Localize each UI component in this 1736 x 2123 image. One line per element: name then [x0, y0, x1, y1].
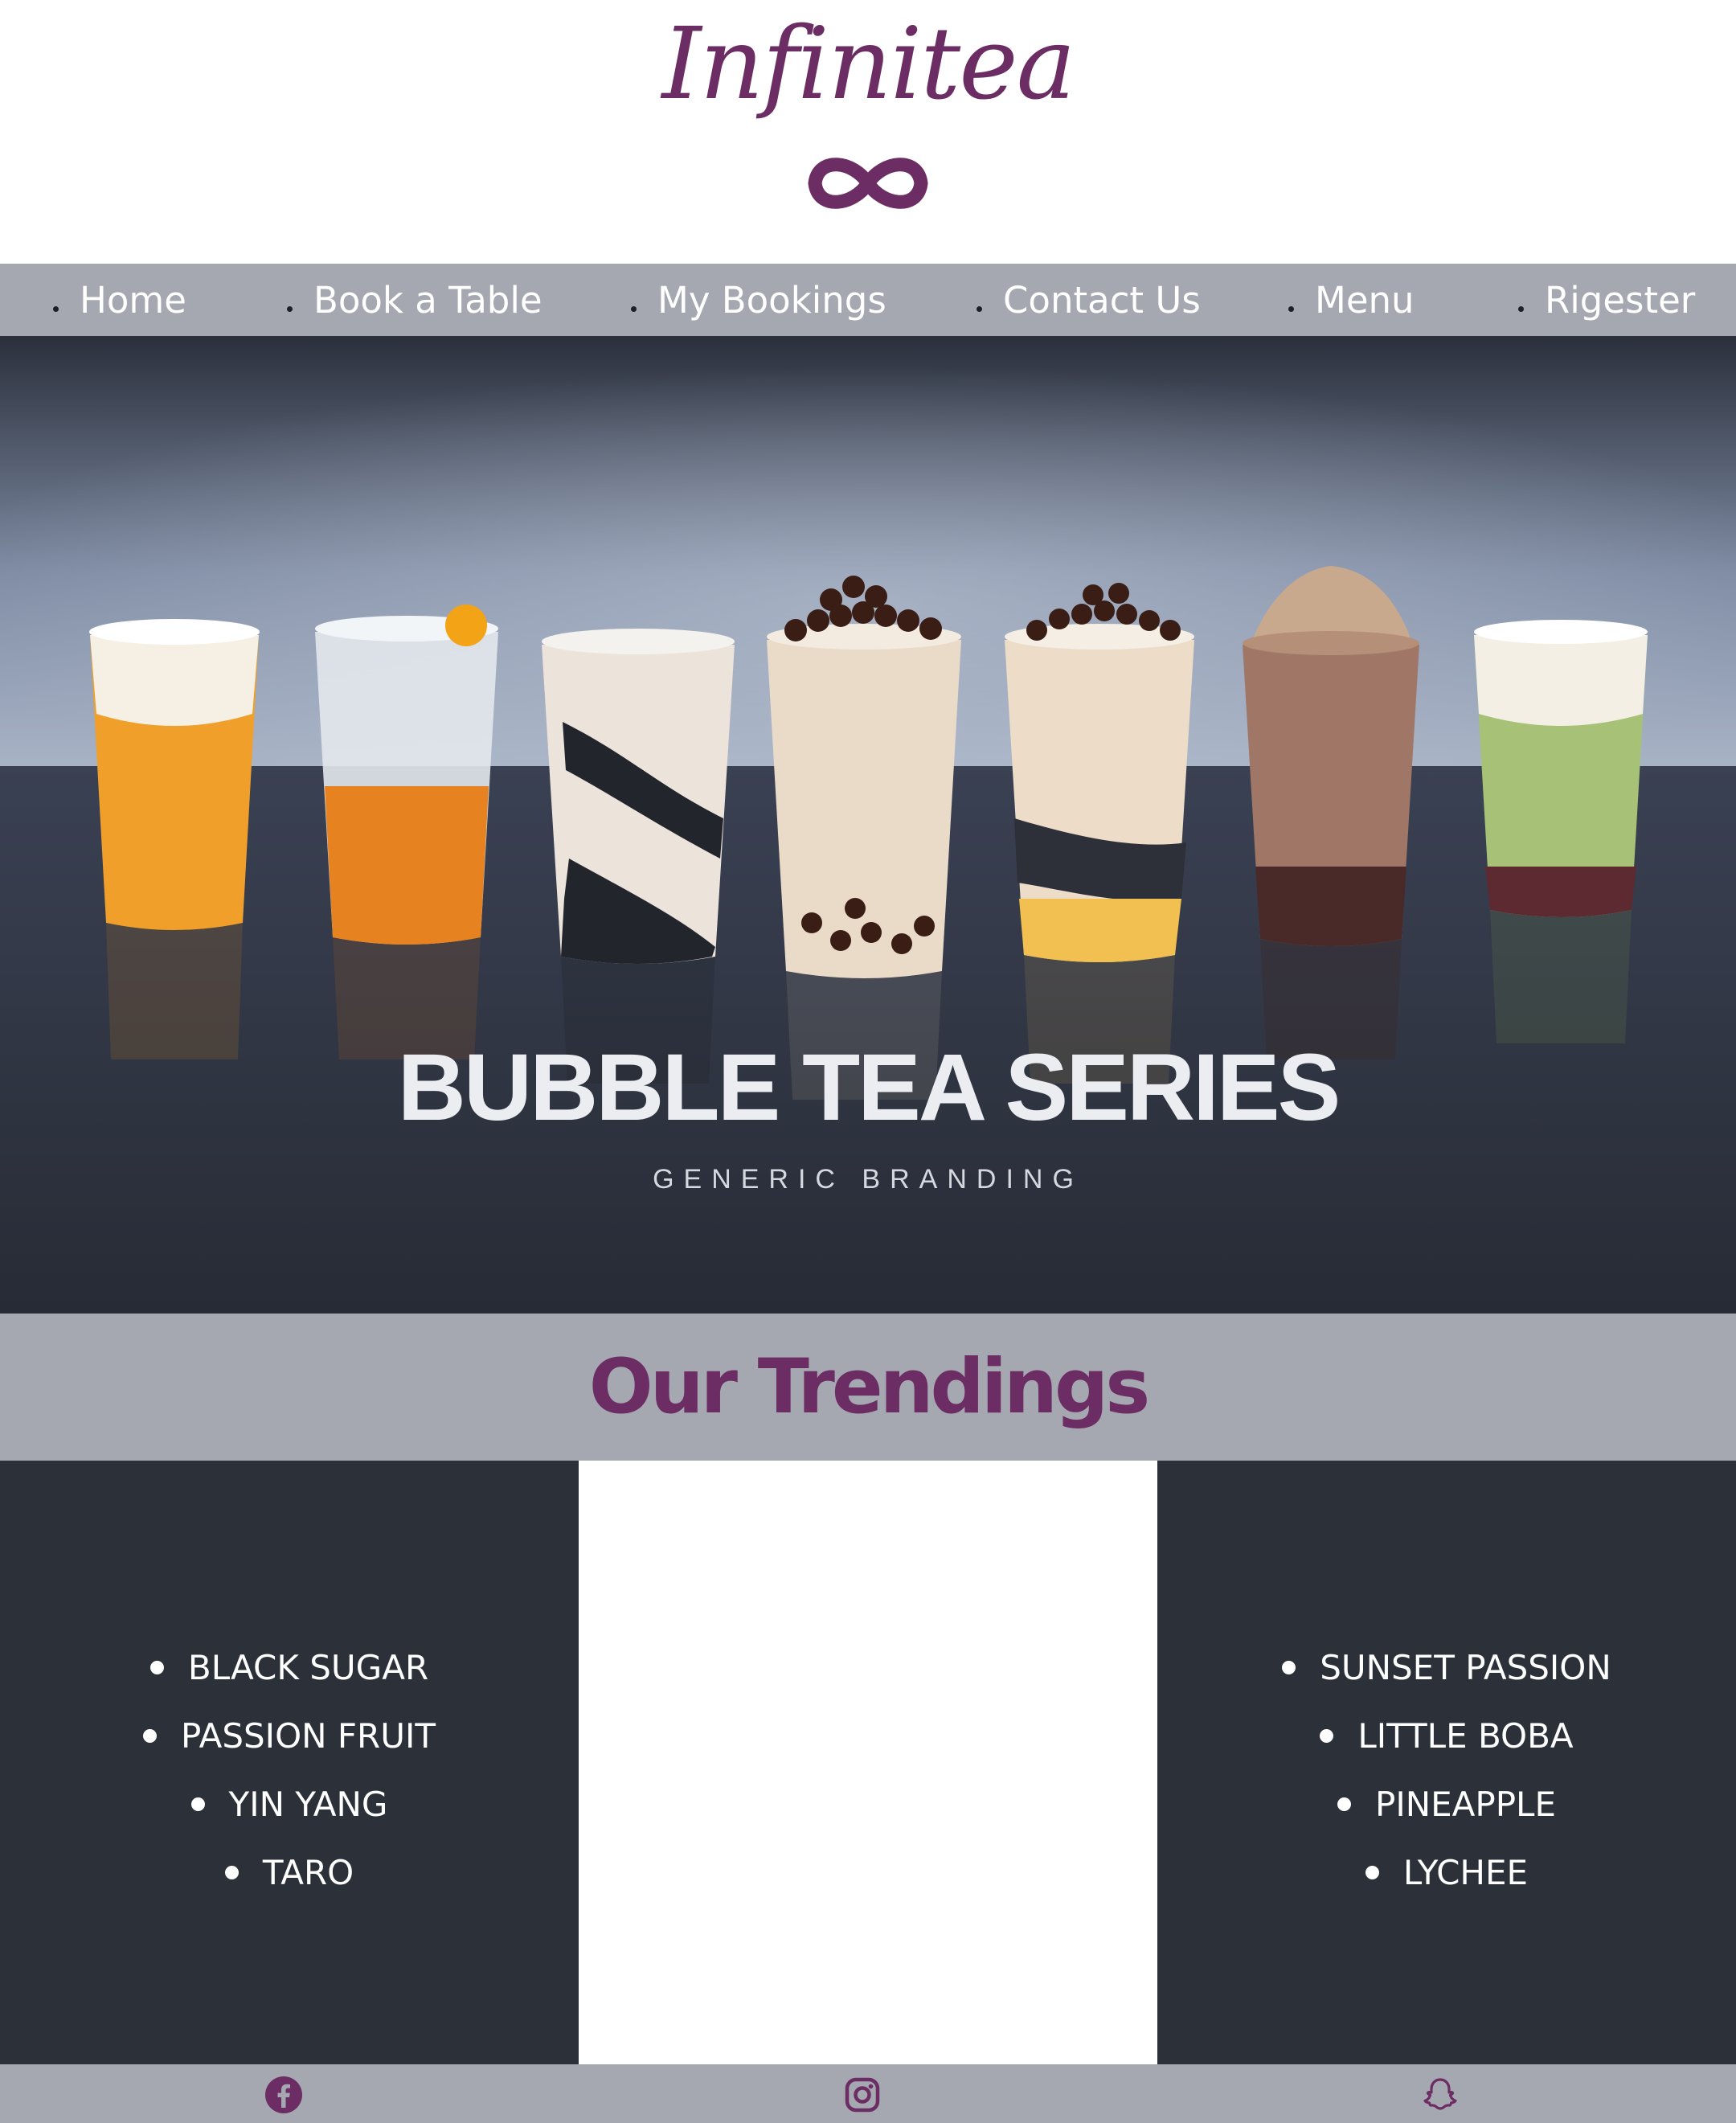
nav-item-register[interactable]: Rigester — [1518, 264, 1695, 336]
trending-column-center — [579, 1461, 1157, 2064]
trending-item-label: LYCHEE — [1402, 1853, 1529, 1892]
instagram-icon[interactable] — [843, 2076, 882, 2114]
bullet-icon — [1365, 1866, 1379, 1879]
bullet-icon — [142, 1729, 157, 1743]
nav-item-home[interactable]: Home — [53, 264, 186, 336]
hero-subtitle: GENERIC BRANDING — [653, 1164, 1083, 1195]
trending-item-label: YIN YANG — [228, 1785, 388, 1824]
trending-item-label: PINEAPPLE — [1375, 1785, 1556, 1824]
bullet-icon — [224, 1866, 239, 1879]
bullet-icon — [190, 1797, 205, 1811]
site-header: Infinitea — [0, 0, 1736, 264]
nav-bullet — [631, 305, 637, 312]
trending-list-right: SUNSET PASSION LITTLE BOBA PINEAPPLE LYC… — [1157, 1633, 1736, 1907]
trending-item-label: LITTLE BOBA — [1357, 1716, 1574, 1756]
drink-cup-yinyang — [542, 629, 735, 1084]
hero-image: BUBBLE TEA SERIES GENERIC BRANDING — [0, 336, 1736, 1314]
section-title: Our Trendings — [588, 1343, 1150, 1431]
nav-item-label: My Bookings — [657, 278, 886, 322]
bullet-icon — [1282, 1661, 1296, 1674]
infinity-logo-icon — [0, 143, 1736, 223]
nav-bullet — [1288, 305, 1294, 312]
trending-column-left: BLACK SUGAR PASSION FRUIT YIN YANG TARO — [0, 1461, 579, 2064]
bullet-icon — [1337, 1797, 1351, 1811]
drink-cup-passion — [315, 605, 498, 1059]
site-footer — [0, 2064, 1736, 2123]
trending-list-left: BLACK SUGAR PASSION FRUIT YIN YANG TARO — [0, 1633, 579, 1907]
bullet-icon — [149, 1661, 164, 1674]
trending-item-label: PASSION FRUIT — [180, 1716, 436, 1756]
nav-item-label: Contact Us — [1003, 278, 1201, 322]
trendings-header: Our Trendings — [0, 1314, 1736, 1461]
trending-item-label: BLACK SUGAR — [187, 1648, 429, 1687]
trending-item[interactable]: LITTLE BOBA — [1157, 1702, 1736, 1770]
nav-item-label: Book a Table — [313, 278, 542, 322]
hero-banner: BUBBLE TEA SERIES GENERIC BRANDING — [0, 336, 1736, 1314]
main-nav: Home Book a Table My Bookings Contact Us… — [0, 264, 1736, 336]
facebook-icon[interactable] — [264, 2076, 303, 2114]
nav-item-label: Home — [80, 278, 186, 322]
trending-item[interactable]: TARO — [0, 1838, 579, 1907]
trending-item[interactable]: BLACK SUGAR — [0, 1633, 579, 1702]
nav-item-label: Menu — [1315, 278, 1415, 322]
drink-cup-sunset — [1005, 583, 1194, 1084]
drink-cup-blacksugar — [767, 576, 961, 1100]
nav-bullet — [1518, 305, 1524, 312]
trending-item[interactable]: YIN YANG — [0, 1770, 579, 1838]
nav-bullet — [287, 305, 293, 312]
nav-item-label: Rigester — [1545, 278, 1696, 322]
nav-bullet — [53, 305, 59, 312]
nav-bullet — [976, 305, 982, 312]
brand-logo-text[interactable]: Infinitea — [0, 0, 1736, 129]
trending-item[interactable]: LYCHEE — [1157, 1838, 1736, 1907]
drink-cup-taro — [1243, 566, 1419, 1059]
drink-cup-mango — [89, 619, 260, 1059]
nav-item-menu[interactable]: Menu — [1288, 264, 1415, 336]
trending-column-right: SUNSET PASSION LITTLE BOBA PINEAPPLE LYC… — [1157, 1461, 1736, 2064]
hero-title: BUBBLE TEA SERIES — [398, 1035, 1339, 1141]
drink-cup-matcha — [1474, 620, 1648, 1043]
bullet-icon — [1320, 1729, 1334, 1743]
snapchat-icon[interactable] — [1421, 2076, 1460, 2114]
trending-item[interactable]: SUNSET PASSION — [1157, 1633, 1736, 1702]
trending-item[interactable]: PINEAPPLE — [1157, 1770, 1736, 1838]
nav-item-contact-us[interactable]: Contact Us — [976, 264, 1201, 336]
trending-item-label: SUNSET PASSION — [1320, 1648, 1611, 1687]
nav-item-my-bookings[interactable]: My Bookings — [631, 264, 886, 336]
nav-item-book-a-table[interactable]: Book a Table — [287, 264, 542, 336]
trending-item-label: TARO — [262, 1853, 354, 1892]
trending-item[interactable]: PASSION FRUIT — [0, 1702, 579, 1770]
